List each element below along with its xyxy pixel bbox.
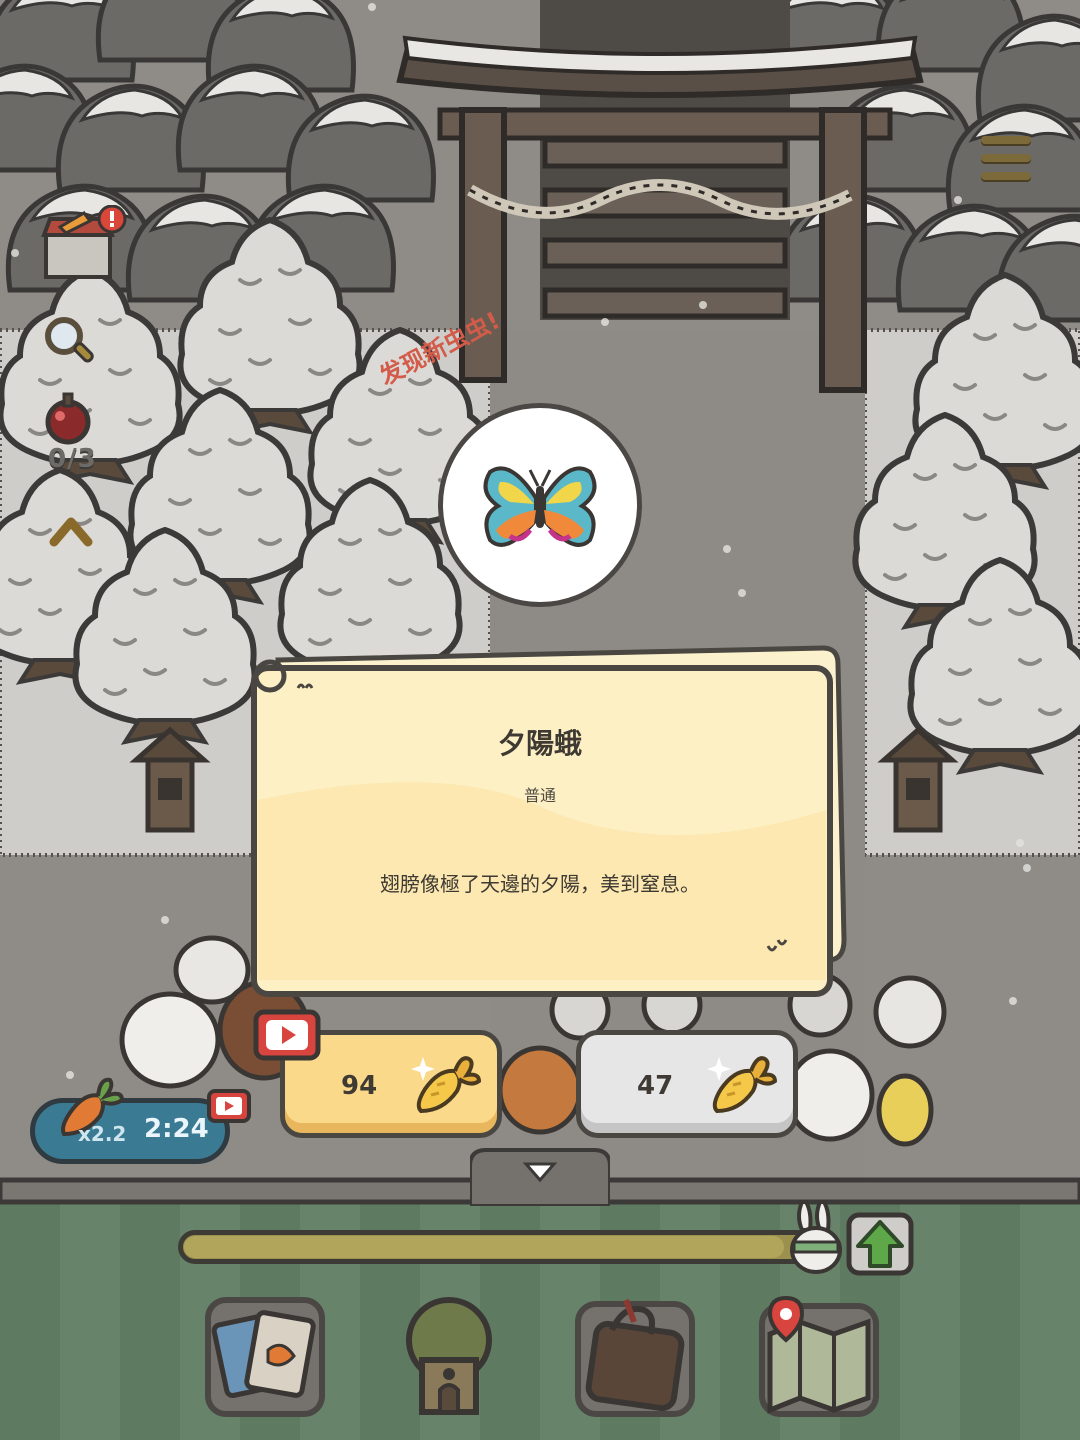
bomb-icon [45,392,91,445]
bug-name: 夕陽蛾 [497,727,582,760]
bug-portrait [438,403,642,607]
magnifier-icon [45,317,94,363]
upgrade-arrow-icon [846,1212,914,1276]
ad-reward-amount: 94 [341,1071,378,1101]
bomb-button[interactable] [40,388,100,448]
shop-stall-icon [41,204,127,279]
nav-tree-house-button[interactable] [386,1294,512,1420]
hamburger-menu-icon-line [981,172,1031,180]
shop-button[interactable] [40,204,130,285]
golden-carrot-icon [707,1056,778,1114]
collapse-hud-button[interactable] [48,512,94,552]
bug-rarity: 普通 [523,786,556,805]
hamburger-menu-icon [981,136,1031,144]
card-deck-icon [205,1297,325,1417]
hamburger-menu-icon-line [981,154,1031,162]
upgrade-button[interactable] [846,1212,914,1276]
nav-card-collection-button[interactable] [202,1294,328,1420]
boost-time-remaining: 2:24 [144,1114,209,1144]
video-icon[interactable] [206,1088,252,1124]
boost-multiplier: x2.2 [78,1122,127,1146]
bug-info-card [248,640,848,1000]
sunset-moth-icon [483,466,597,547]
level-progress-fill [184,1236,784,1258]
chevron-up-icon [49,517,93,547]
video-ad-badge[interactable] [252,1008,322,1066]
tree-house-icon [406,1297,492,1415]
backpack-icon [575,1298,695,1417]
nav-backpack-button[interactable] [572,1294,698,1420]
nav-map-button[interactable] [756,1294,882,1420]
chevron-down-icon [468,1148,612,1208]
bunny-mascot-icon [790,1200,842,1274]
card-paper [251,645,847,997]
catch-counter: 0/3 [48,444,97,474]
bug-description: 翅膀像極了天邊的夕陽，美到窒息。 [380,872,700,896]
golden-carrot-icon [411,1056,482,1114]
claim-reward-amount: 47 [637,1071,674,1101]
claim-reward-button[interactable]: 47 [576,1030,798,1138]
magnifier-button[interactable] [40,312,100,372]
drawer-handle[interactable] [468,1146,612,1208]
video-icon [253,1009,321,1061]
map-icon [759,1295,879,1417]
hamburger-menu-button[interactable] [975,132,1037,190]
